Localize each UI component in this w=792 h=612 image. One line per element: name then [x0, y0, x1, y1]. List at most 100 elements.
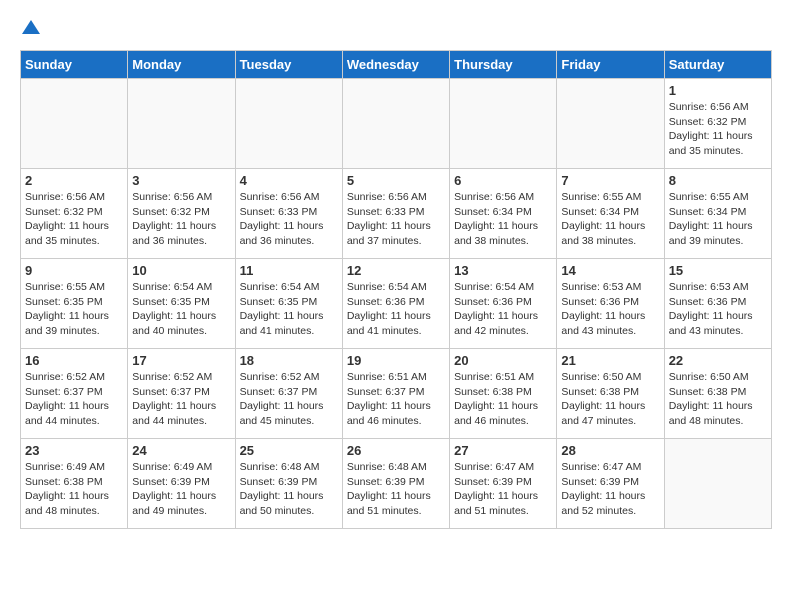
- day-number: 26: [347, 443, 445, 458]
- day-info: Sunrise: 6:48 AM Sunset: 6:39 PM Dayligh…: [240, 460, 338, 519]
- calendar-day-cell: 12 Sunrise: 6:54 AM Sunset: 6:36 PM Dayli…: [342, 259, 449, 349]
- day-of-week-header: Sunday: [21, 51, 128, 79]
- day-info: Sunrise: 6:55 AM Sunset: 6:35 PM Dayligh…: [25, 280, 123, 339]
- day-info: Sunrise: 6:53 AM Sunset: 6:36 PM Dayligh…: [669, 280, 767, 339]
- day-info: Sunrise: 6:49 AM Sunset: 6:38 PM Dayligh…: [25, 460, 123, 519]
- day-of-week-header: Wednesday: [342, 51, 449, 79]
- day-number: 25: [240, 443, 338, 458]
- day-info: Sunrise: 6:54 AM Sunset: 6:35 PM Dayligh…: [240, 280, 338, 339]
- day-number: 17: [132, 353, 230, 368]
- day-info: Sunrise: 6:51 AM Sunset: 6:37 PM Dayligh…: [347, 370, 445, 429]
- day-of-week-header: Friday: [557, 51, 664, 79]
- day-number: 10: [132, 263, 230, 278]
- day-of-week-header: Tuesday: [235, 51, 342, 79]
- day-info: Sunrise: 6:48 AM Sunset: 6:39 PM Dayligh…: [347, 460, 445, 519]
- day-info: Sunrise: 6:54 AM Sunset: 6:35 PM Dayligh…: [132, 280, 230, 339]
- day-number: 4: [240, 173, 338, 188]
- day-number: 23: [25, 443, 123, 458]
- calendar-day-cell: 23 Sunrise: 6:49 AM Sunset: 6:38 PM Dayli…: [21, 439, 128, 529]
- calendar-day-cell: [128, 79, 235, 169]
- calendar-day-cell: 11 Sunrise: 6:54 AM Sunset: 6:35 PM Dayli…: [235, 259, 342, 349]
- calendar-day-cell: 3Sunrise: 6:56 AM Sunset: 6:32 PM Daylig…: [128, 169, 235, 259]
- calendar-day-cell: 22Sunrise: 6:50 AM Sunset: 6:38 PM Dayli…: [664, 349, 771, 439]
- day-number: 22: [669, 353, 767, 368]
- calendar-day-cell: 4 Sunrise: 6:56 AM Sunset: 6:33 PM Daylig…: [235, 169, 342, 259]
- calendar-week-row: 16 Sunrise: 6:52 AM Sunset: 6:37 PM Dayli…: [21, 349, 772, 439]
- calendar-week-row: 2 Sunrise: 6:56 AM Sunset: 6:32 PM Daylig…: [21, 169, 772, 259]
- calendar-day-cell: 27Sunrise: 6:47 AM Sunset: 6:39 PM Dayli…: [450, 439, 557, 529]
- calendar-day-cell: [21, 79, 128, 169]
- calendar-day-cell: 9 Sunrise: 6:55 AM Sunset: 6:35 PM Daylig…: [21, 259, 128, 349]
- day-info: Sunrise: 6:53 AM Sunset: 6:36 PM Dayligh…: [561, 280, 659, 339]
- calendar-day-cell: 19 Sunrise: 6:51 AM Sunset: 6:37 PM Dayli…: [342, 349, 449, 439]
- day-number: 16: [25, 353, 123, 368]
- calendar-week-row: 9 Sunrise: 6:55 AM Sunset: 6:35 PM Daylig…: [21, 259, 772, 349]
- day-info: Sunrise: 6:47 AM Sunset: 6:39 PM Dayligh…: [454, 460, 552, 519]
- calendar-day-cell: 21 Sunrise: 6:50 AM Sunset: 6:38 PM Dayli…: [557, 349, 664, 439]
- day-number: 6: [454, 173, 552, 188]
- day-info: Sunrise: 6:56 AM Sunset: 6:32 PM Dayligh…: [132, 190, 230, 249]
- day-info: Sunrise: 6:52 AM Sunset: 6:37 PM Dayligh…: [132, 370, 230, 429]
- calendar-week-row: 23 Sunrise: 6:49 AM Sunset: 6:38 PM Dayli…: [21, 439, 772, 529]
- calendar-day-cell: 5Sunrise: 6:56 AM Sunset: 6:33 PM Daylig…: [342, 169, 449, 259]
- logo-icon: [22, 18, 40, 36]
- calendar-day-cell: 1 Sunrise: 6:56 AM Sunset: 6:32 PM Daylig…: [664, 79, 771, 169]
- calendar-day-cell: 20 Sunrise: 6:51 AM Sunset: 6:38 PM Dayli…: [450, 349, 557, 439]
- day-info: Sunrise: 6:56 AM Sunset: 6:32 PM Dayligh…: [669, 100, 767, 159]
- day-number: 14: [561, 263, 659, 278]
- calendar-table: SundayMondayTuesdayWednesdayThursdayFrid…: [20, 50, 772, 529]
- calendar-day-cell: 16 Sunrise: 6:52 AM Sunset: 6:37 PM Dayli…: [21, 349, 128, 439]
- day-number: 12: [347, 263, 445, 278]
- day-number: 21: [561, 353, 659, 368]
- day-info: Sunrise: 6:56 AM Sunset: 6:32 PM Dayligh…: [25, 190, 123, 249]
- calendar-day-cell: 28 Sunrise: 6:47 AM Sunset: 6:39 PM Dayli…: [557, 439, 664, 529]
- day-number: 8: [669, 173, 767, 188]
- calendar-day-cell: [450, 79, 557, 169]
- day-number: 19: [347, 353, 445, 368]
- day-of-week-header: Thursday: [450, 51, 557, 79]
- day-info: Sunrise: 6:54 AM Sunset: 6:36 PM Dayligh…: [454, 280, 552, 339]
- day-info: Sunrise: 6:56 AM Sunset: 6:34 PM Dayligh…: [454, 190, 552, 249]
- day-info: Sunrise: 6:50 AM Sunset: 6:38 PM Dayligh…: [561, 370, 659, 429]
- day-info: Sunrise: 6:55 AM Sunset: 6:34 PM Dayligh…: [561, 190, 659, 249]
- day-info: Sunrise: 6:56 AM Sunset: 6:33 PM Dayligh…: [240, 190, 338, 249]
- calendar-week-row: 1 Sunrise: 6:56 AM Sunset: 6:32 PM Daylig…: [21, 79, 772, 169]
- day-of-week-header: Saturday: [664, 51, 771, 79]
- day-number: 20: [454, 353, 552, 368]
- day-number: 24: [132, 443, 230, 458]
- calendar-day-cell: 25 Sunrise: 6:48 AM Sunset: 6:39 PM Dayli…: [235, 439, 342, 529]
- day-info: Sunrise: 6:52 AM Sunset: 6:37 PM Dayligh…: [25, 370, 123, 429]
- day-info: Sunrise: 6:52 AM Sunset: 6:37 PM Dayligh…: [240, 370, 338, 429]
- calendar-day-cell: 18 Sunrise: 6:52 AM Sunset: 6:37 PM Dayli…: [235, 349, 342, 439]
- day-info: Sunrise: 6:54 AM Sunset: 6:36 PM Dayligh…: [347, 280, 445, 339]
- calendar-day-cell: 26 Sunrise: 6:48 AM Sunset: 6:39 PM Dayli…: [342, 439, 449, 529]
- day-info: Sunrise: 6:55 AM Sunset: 6:34 PM Dayligh…: [669, 190, 767, 249]
- day-number: 13: [454, 263, 552, 278]
- calendar-day-cell: [342, 79, 449, 169]
- calendar-day-cell: [557, 79, 664, 169]
- calendar-day-cell: [664, 439, 771, 529]
- calendar-header-row: SundayMondayTuesdayWednesdayThursdayFrid…: [21, 51, 772, 79]
- calendar-day-cell: 2 Sunrise: 6:56 AM Sunset: 6:32 PM Daylig…: [21, 169, 128, 259]
- calendar-day-cell: 14 Sunrise: 6:53 AM Sunset: 6:36 PM Dayli…: [557, 259, 664, 349]
- calendar-day-cell: 10 Sunrise: 6:54 AM Sunset: 6:35 PM Dayli…: [128, 259, 235, 349]
- day-info: Sunrise: 6:49 AM Sunset: 6:39 PM Dayligh…: [132, 460, 230, 519]
- day-number: 18: [240, 353, 338, 368]
- day-number: 28: [561, 443, 659, 458]
- calendar-day-cell: 17 Sunrise: 6:52 AM Sunset: 6:37 PM Dayli…: [128, 349, 235, 439]
- day-number: 9: [25, 263, 123, 278]
- logo: [20, 20, 40, 34]
- day-info: Sunrise: 6:47 AM Sunset: 6:39 PM Dayligh…: [561, 460, 659, 519]
- calendar-day-cell: 15Sunrise: 6:53 AM Sunset: 6:36 PM Dayli…: [664, 259, 771, 349]
- day-number: 2: [25, 173, 123, 188]
- day-info: Sunrise: 6:51 AM Sunset: 6:38 PM Dayligh…: [454, 370, 552, 429]
- calendar-day-cell: 8 Sunrise: 6:55 AM Sunset: 6:34 PM Daylig…: [664, 169, 771, 259]
- day-number: 5: [347, 173, 445, 188]
- calendar-day-cell: 6 Sunrise: 6:56 AM Sunset: 6:34 PM Daylig…: [450, 169, 557, 259]
- day-number: 7: [561, 173, 659, 188]
- day-number: 1: [669, 83, 767, 98]
- calendar-day-cell: [235, 79, 342, 169]
- calendar-day-cell: 13 Sunrise: 6:54 AM Sunset: 6:36 PM Dayli…: [450, 259, 557, 349]
- day-number: 11: [240, 263, 338, 278]
- day-of-week-header: Monday: [128, 51, 235, 79]
